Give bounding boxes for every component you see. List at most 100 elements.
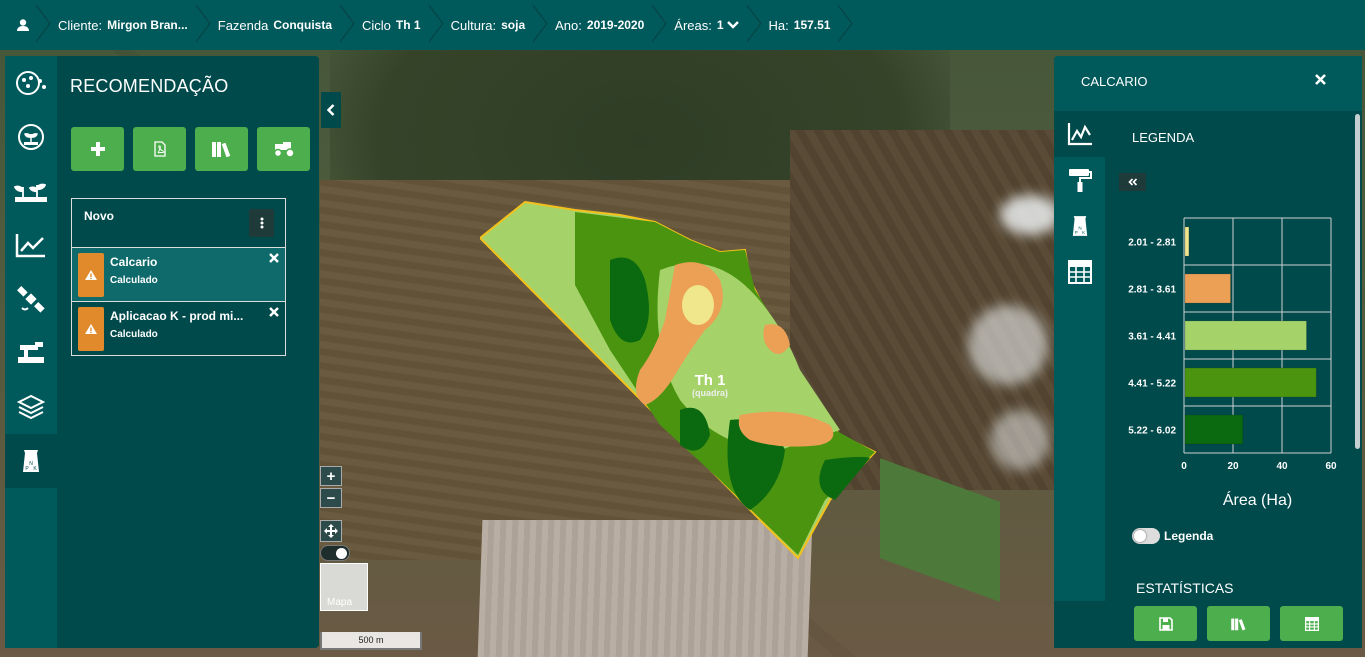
legend-toggle-switch[interactable] [1132,528,1160,544]
move-icon [324,524,338,538]
list-item-status: Calculado [110,329,158,340]
breadcrumb-fazenda[interactable]: Fazenda Conquista [206,0,350,50]
add-button[interactable] [71,127,124,171]
map-layer-toggle[interactable] [320,545,350,561]
x-tick-label: 0 [1181,461,1187,472]
breadcrumb-ha[interactable]: Ha: 157.51 [757,0,849,50]
rail-item-planting[interactable] [5,164,57,218]
svg-text:N: N [1078,226,1081,231]
remove-item-button[interactable] [269,251,279,266]
remove-item-button[interactable] [269,305,279,320]
breadcrumb-areas[interactable]: Áreas: 1 [662,0,756,50]
panel-header: CALCARIO [1054,56,1362,111]
list-item[interactable]: Aplicacao K - prod mi... Calculado [71,302,286,356]
list-item-text: Calcario Calculado [110,253,158,286]
scale-label: 500 m [358,635,384,645]
chart-bar [1184,320,1307,351]
tab-paint[interactable] [1054,157,1105,203]
tab-chart[interactable] [1054,111,1105,157]
library-button[interactable] [1207,606,1270,641]
satellite-icon [17,286,45,313]
more-vertical-icon [260,217,263,229]
y-tick-label: 2.01 - 2.81 [1128,238,1176,249]
collapse-legend-button[interactable] [1119,173,1146,191]
breadcrumb-value: Conquista [273,18,333,32]
rail-item-analytics[interactable] [5,218,57,272]
calculator-button[interactable] [1280,606,1343,641]
recommendation-list: Novo Calcario Calculado Aplicacao K - pr… [71,198,286,356]
tab-fertilizer[interactable]: NPK [1054,203,1105,249]
breadcrumb-value: 1 [716,18,724,32]
pan-button[interactable] [320,520,342,542]
list-item-name: Calcario [110,255,158,269]
books-icon [1230,618,1245,630]
close-icon [269,307,279,317]
list-item[interactable]: Calcario Calculado [71,248,286,302]
right-icon-rail: NPK [1054,111,1105,601]
close-panel-button[interactable] [1315,72,1326,89]
user-menu[interactable] [0,0,46,50]
tab-calculator[interactable] [1054,249,1105,295]
map-cloud [968,305,1048,385]
machinery-button[interactable] [257,127,310,171]
rail-item-fertilizer[interactable]: NPK [5,434,57,488]
top-navigation-bar: Cliente: Mirgon Bran... Fazenda Conquista … [0,0,1365,50]
breadcrumb-ano[interactable]: Ano: 2019-2020 [543,0,662,50]
legend-toggle[interactable]: Legenda [1132,528,1213,544]
rail-item-satellite[interactable] [5,272,57,326]
fertilizer-bag-icon: NP K [23,450,39,472]
plus-icon [90,142,105,156]
list-options-button[interactable] [249,209,274,237]
fertilizer-bag-icon: NP K [1072,216,1087,236]
calculator-grid-icon [1067,260,1092,284]
breadcrumb-ciclo[interactable]: Ciclo Th 1 [350,0,439,50]
panel-title: CALCARIO [1081,74,1148,89]
warning-icon [85,324,97,334]
close-icon [1315,74,1326,85]
books-icon [211,142,230,158]
rail-item-layers[interactable] [5,380,57,434]
library-button[interactable] [195,127,248,171]
double-chevron-left-icon [1127,178,1137,186]
x-tick-label: 20 [1227,461,1239,472]
field-label: Th 1 [695,372,726,389]
zoom-in-button[interactable]: + [320,466,342,486]
y-tick-label: 5.22 - 6.02 [1128,426,1176,437]
breadcrumb-value: 2019-2020 [586,18,645,32]
left-icon-rail: NPK [5,56,57,648]
rail-item-productivity[interactable] [5,110,57,164]
x-tick-label: 60 [1325,461,1337,472]
legend-toggle-label: Legenda [1164,529,1214,543]
export-pdf-button[interactable] [133,127,186,171]
breadcrumb-value: Mirgon Bran... [107,18,188,32]
breadcrumb-cultura[interactable]: Cultura: soja [439,0,544,50]
warning-icon [85,270,97,280]
legend-title: LEGENDA [1132,130,1195,145]
plant-circle-icon [18,124,44,150]
svg-text:K: K [1082,230,1085,235]
statistics-title: ESTATÍSTICAS [1136,580,1234,596]
panel-scrollbar[interactable] [1355,114,1360,449]
zoom-out-button[interactable]: − [320,488,342,508]
recommendation-panel: RECOMENDAÇÃO Novo Calcario Calculado Apl… [57,56,319,648]
area-bar-chart: 2.01 - 2.81 2.81 - 3.61 3.61 - 4.41 4.41 - … [1128,217,1337,509]
y-tick-label: 2.81 - 3.61 [1128,285,1176,296]
warning-badge [78,307,104,351]
save-button[interactable] [1134,606,1197,641]
prescription-zone-map[interactable]: Th 1 (quadra) [480,200,890,565]
panel-footer [1054,601,1362,648]
x-axis-label: Área (Ha) [1223,490,1292,509]
y-tick-label: 4.41 - 5.22 [1128,379,1176,390]
y-tick-label: 3.61 - 4.41 [1128,332,1176,343]
rail-item-soil-sampling[interactable] [5,56,57,110]
collapse-left-panel-button[interactable] [321,92,341,128]
x-tick-label: 40 [1276,461,1288,472]
basemap-thumbnail[interactable]: Mapa [320,563,368,611]
breadcrumb-cliente[interactable]: Cliente: Mirgon Bran... [46,0,206,50]
chart-bar [1184,414,1244,445]
map-cloud [1000,195,1060,235]
breadcrumb-key: Fazenda [217,17,269,33]
breadcrumb-key: Cliente: [58,17,103,33]
rail-item-irrigation[interactable] [5,326,57,380]
panel-title: RECOMENDAÇÃO [70,76,229,96]
